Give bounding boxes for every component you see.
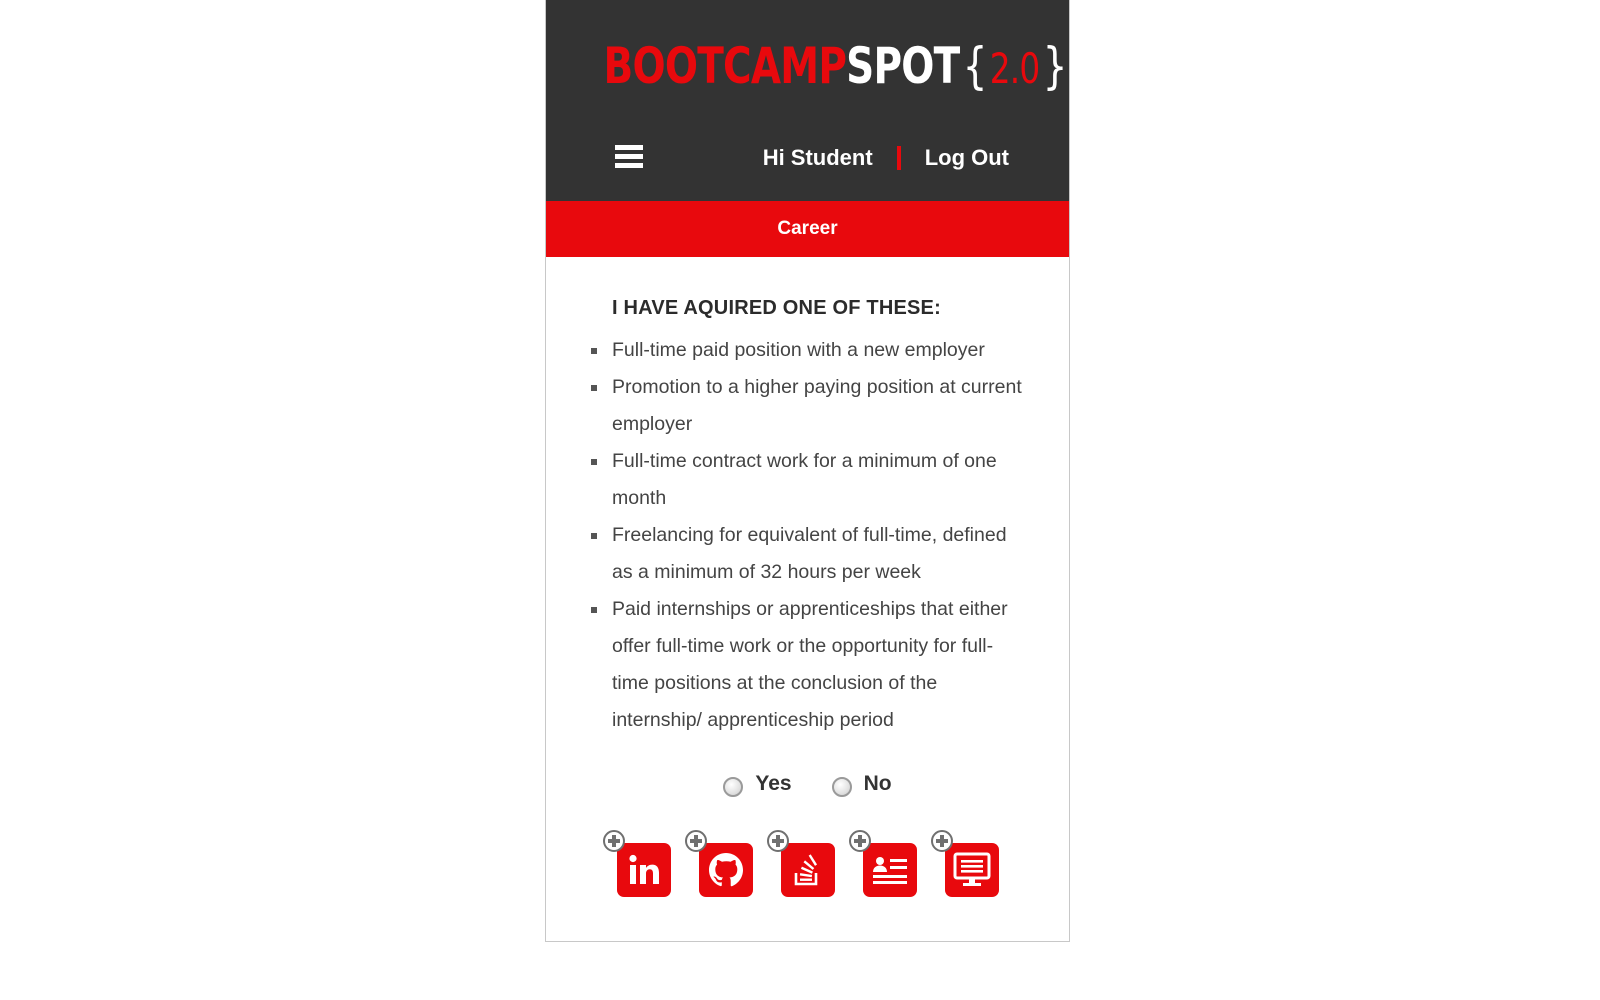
stackoverflow-button[interactable] bbox=[766, 830, 835, 897]
list-item: Full-time paid position with a new emplo… bbox=[591, 332, 1029, 369]
nav-divider bbox=[896, 146, 901, 170]
site-header: BOOTCAMPSPOT{2.0} Hi Student Log Out bbox=[546, 0, 1069, 201]
add-icon[interactable] bbox=[766, 830, 789, 852]
portfolio-icon[interactable] bbox=[944, 843, 999, 897]
hamburger-menu-icon[interactable] bbox=[615, 145, 643, 169]
logo-version: 2.0 bbox=[989, 44, 1041, 93]
logo-bootcamp: BOOTCAMP bbox=[603, 37, 847, 95]
linkedin-button[interactable] bbox=[602, 830, 671, 897]
portfolio-button[interactable] bbox=[930, 830, 999, 897]
logo-brace-open: { bbox=[962, 37, 988, 95]
criteria-heading: I HAVE AQUIRED ONE OF THESE: bbox=[612, 297, 941, 319]
list-item: Promotion to a higher paying position at… bbox=[591, 369, 1029, 443]
resume-icon[interactable] bbox=[862, 843, 917, 897]
logout-link[interactable]: Log Out bbox=[925, 145, 1009, 171]
logo-brace-close: } bbox=[1042, 37, 1068, 95]
yes-option[interactable]: Yes bbox=[723, 771, 792, 797]
github-icon[interactable] bbox=[698, 843, 753, 897]
list-item: Freelancing for equivalent of full-time,… bbox=[591, 517, 1029, 591]
github-button[interactable] bbox=[684, 830, 753, 897]
criteria-list: Full-time paid position with a new emplo… bbox=[546, 332, 1069, 739]
list-item: Paid internships or apprenticeships that… bbox=[591, 591, 1029, 739]
no-label: No bbox=[863, 772, 892, 795]
user-nav: Hi Student Log Out bbox=[763, 145, 1009, 171]
add-icon[interactable] bbox=[684, 830, 707, 852]
section-title: Career bbox=[777, 218, 838, 239]
add-icon[interactable] bbox=[848, 830, 871, 852]
mobile-frame: BOOTCAMPSPOT{2.0} Hi Student Log Out Car… bbox=[545, 0, 1070, 942]
add-icon[interactable] bbox=[930, 830, 953, 852]
bootcampspot-logo[interactable]: BOOTCAMPSPOT{2.0} bbox=[603, 36, 1068, 99]
logo-spot: SPOT bbox=[846, 37, 960, 95]
list-item: Full-time contract work for a minimum of… bbox=[591, 443, 1029, 517]
no-radio[interactable] bbox=[831, 777, 852, 797]
section-bar: Career bbox=[546, 201, 1069, 257]
yes-radio[interactable] bbox=[723, 777, 744, 797]
linkedin-icon[interactable] bbox=[616, 843, 671, 897]
no-option[interactable]: No bbox=[831, 771, 892, 797]
greeting-text: Hi Student bbox=[762, 145, 873, 170]
yes-label: Yes bbox=[755, 772, 792, 795]
resume-button[interactable] bbox=[848, 830, 917, 897]
career-content: I HAVE AQUIRED ONE OF THESE: Full-time p… bbox=[546, 257, 1069, 897]
answer-radio-group: Yes No bbox=[546, 771, 1069, 797]
stackoverflow-icon[interactable] bbox=[780, 843, 835, 897]
social-links bbox=[546, 830, 1069, 897]
add-icon[interactable] bbox=[602, 830, 625, 852]
